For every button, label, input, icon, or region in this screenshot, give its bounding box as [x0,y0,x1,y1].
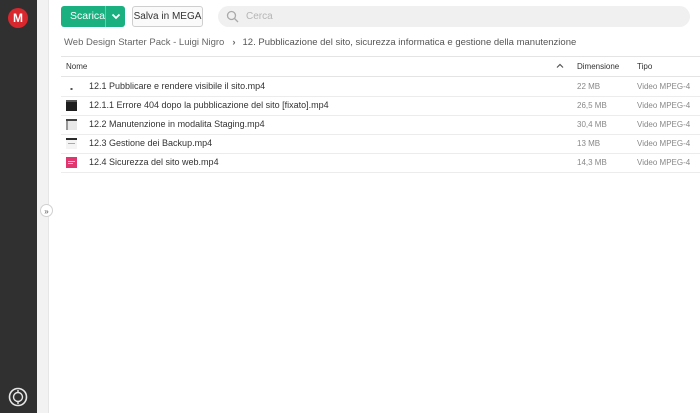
download-label: Scarica [70,10,106,22]
search-bar [218,6,690,27]
transfer-sync-icon[interactable] [8,387,28,407]
file-size: 13 MB [577,139,601,148]
save-to-mega-button[interactable]: Salva in MEGA [132,6,203,27]
file-name: 12.1 Pubblicare e rendere visibile il si… [89,81,266,91]
table-row[interactable]: 12.3 Gestione dei Backup.mp4 13 MB Video… [61,134,700,154]
breadcrumb: Web Design Starter Pack - Luigi Nigro › 12… [64,37,576,48]
file-type: Video MPEG-4 [637,82,691,91]
file-type: Video MPEG-4 [637,120,691,129]
file-name: 12.4 Sicurezza del sito web.mp4 [89,157,219,167]
video-thumbnail-icon [66,119,77,130]
video-thumbnail-icon [66,138,77,149]
file-size: 30,4 MB [577,120,607,129]
mega-logo-icon[interactable]: M [8,8,28,28]
video-thumbnail-icon [66,100,77,111]
file-type: Video MPEG-4 [637,158,691,167]
file-name: 12.1.1 Errore 404 dopo la pubblicazione … [89,100,329,110]
search-icon [226,10,239,23]
file-type: Video MPEG-4 [637,139,691,148]
table-row[interactable]: 12.1.1 Errore 404 dopo la pubblicazione … [61,96,700,116]
expand-sidebar-button[interactable]: » [40,204,53,217]
download-divider [105,6,106,27]
sort-ascending-icon[interactable] [555,61,565,71]
table-row[interactable]: 12.2 Manutenzione in modalita Staging.mp… [61,115,700,135]
column-size-header[interactable]: Dimensione [577,62,619,71]
chevron-down-icon[interactable] [110,9,122,23]
video-thumbnail-icon [66,157,77,168]
breadcrumb-separator-icon: › [232,37,236,48]
column-type-header[interactable]: Tipo [637,62,652,71]
file-name: 12.2 Manutenzione in modalita Staging.mp… [89,119,265,129]
table-row[interactable]: 12.1 Pubblicare e rendere visibile il si… [61,77,700,97]
breadcrumb-root[interactable]: Web Design Starter Pack - Luigi Nigro [64,37,224,48]
download-button[interactable]: Scarica [61,6,125,27]
file-name: 12.3 Gestione dei Backup.mp4 [89,138,213,148]
video-thumbnail-icon [66,81,77,92]
table-row[interactable]: 12.4 Sicurezza del sito web.mp4 14,3 MB … [61,153,700,173]
search-input[interactable] [246,9,676,24]
breadcrumb-current: 12. Pubblicazione del sito, sicurezza in… [242,37,577,48]
left-rail: M [0,0,37,413]
file-size: 14,3 MB [577,158,607,167]
file-size: 26,5 MB [577,101,607,110]
column-name-header[interactable]: Nome [66,62,87,71]
file-size: 22 MB [577,82,601,91]
file-type: Video MPEG-4 [637,101,691,110]
table-header: Nome Dimensione Tipo [61,57,700,77]
